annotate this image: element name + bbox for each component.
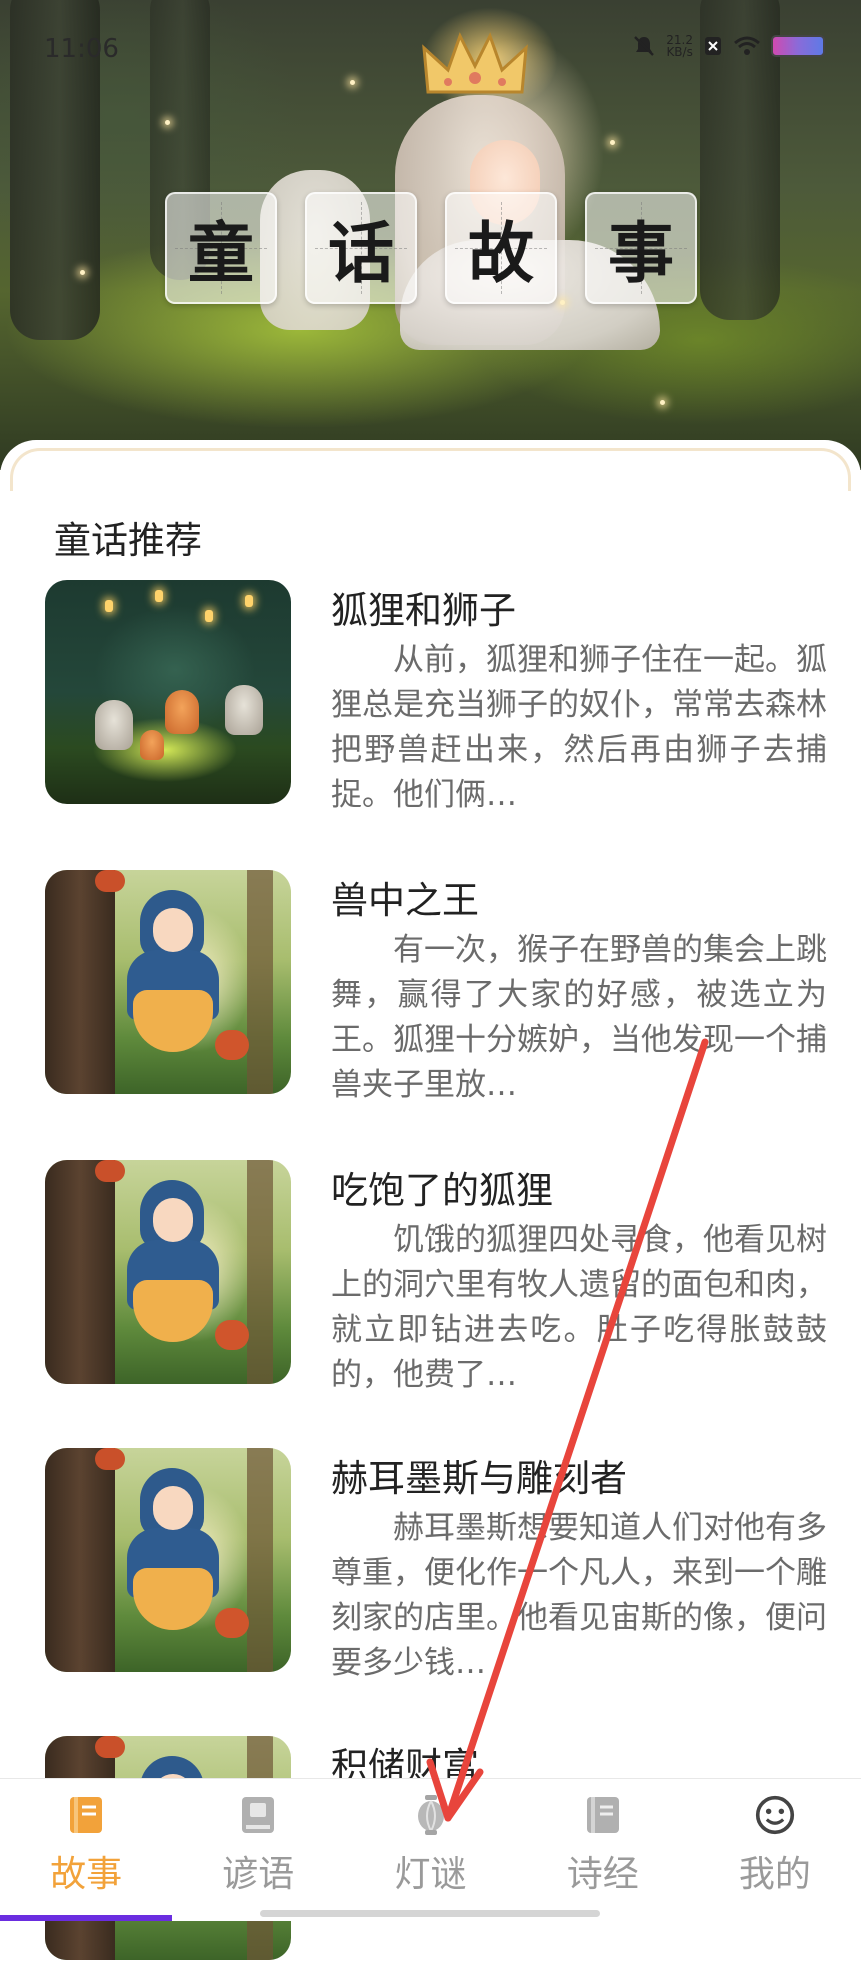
- title-char: 事: [608, 214, 674, 292]
- sparkle: [80, 270, 85, 275]
- story-thumbnail[interactable]: [45, 1448, 291, 1672]
- battery-icon: [771, 35, 825, 57]
- mute-bell-icon: [634, 36, 655, 56]
- story-title[interactable]: 狐狸和狮子: [331, 580, 516, 634]
- lantern: [105, 600, 113, 612]
- wifi-icon: [734, 36, 760, 55]
- tree: [247, 870, 273, 1094]
- tab-poetry[interactable]: 诗经: [517, 1779, 689, 1921]
- title-char-tile: 事: [585, 192, 697, 304]
- sparkle: [610, 140, 615, 145]
- story-summary: 从前，狐狸和狮子住在一起。狐狸总是充当狮子的奴仆，常常去森林把野兽赶出来，然后再…: [331, 642, 827, 813]
- title-char-tile: 童: [165, 192, 277, 304]
- sparkle: [165, 120, 170, 125]
- tree: [45, 1160, 115, 1384]
- title-char-tile: 话: [305, 192, 417, 304]
- fox: [95, 870, 125, 892]
- story-title[interactable]: 兽中之王: [331, 870, 479, 924]
- wolf: [225, 685, 263, 735]
- tab-stories[interactable]: 故事: [0, 1779, 172, 1921]
- story-list-item[interactable]: 吃饱了的狐狸 饥饿的狐狸四处寻食，他看见树上的洞穴里有牧人遗留的面包和肉，就立即…: [45, 1160, 827, 1393]
- tab-label: 故事: [50, 1854, 123, 1895]
- content-card: 童话推荐 狐狸和狮子 从前，狐狸和狮子住在一起。狐狸总是充当狮子的奴仆，常常去森…: [0, 440, 861, 1960]
- title-char: 话: [328, 214, 394, 292]
- lantern: [205, 610, 213, 622]
- girl-skirt: [133, 1280, 213, 1342]
- section-title: 童话推荐: [54, 519, 202, 562]
- status-time: 11:06: [44, 34, 119, 64]
- page-title: 童 话 故 事: [165, 192, 697, 304]
- lantern-icon: [411, 1793, 451, 1837]
- sim-icon: [705, 37, 721, 55]
- fox: [95, 1448, 125, 1470]
- tab-label: 诗经: [566, 1854, 639, 1895]
- tree: [45, 870, 115, 1094]
- fox: [215, 1030, 249, 1060]
- story-summary: 赫耳墨斯想要知道人们对他有多尊重，便化作一个凡人，来到一个雕刻家的店里。他看见宙…: [331, 1510, 827, 1681]
- fox: [215, 1320, 249, 1350]
- story-list-item[interactable]: 兽中之王 有一次，猴子在野兽的集会上跳舞，赢得了大家的好感，被选立为王。狐狸十分…: [45, 870, 827, 1103]
- story-thumbnail[interactable]: [45, 580, 291, 804]
- fox: [215, 1608, 249, 1638]
- tab-mine[interactable]: 我的: [689, 1779, 861, 1921]
- status-icons: 21.2 KB/s: [632, 34, 825, 58]
- girl-face: [153, 1198, 193, 1242]
- story-list-item[interactable]: 赫耳墨斯与雕刻者 赫耳墨斯想要知道人们对他有多尊重，便化作一个凡人，来到一个雕刻…: [45, 1448, 827, 1681]
- tab-label: 灯谜: [394, 1854, 467, 1895]
- title-char: 童: [188, 214, 254, 292]
- story-summary: 饥饿的狐狸四处寻食，他看见树上的洞穴里有牧人遗留的面包和肉，就立即钻进去吃。肚子…: [331, 1222, 827, 1393]
- tab-proverbs[interactable]: 谚语: [172, 1779, 344, 1921]
- girl-skirt: [133, 990, 213, 1052]
- fox: [95, 1160, 125, 1182]
- crown-icon: [422, 32, 528, 94]
- title-char-tile: 故: [445, 192, 557, 304]
- sparkle: [350, 80, 355, 85]
- card-decorative-border: [10, 448, 851, 491]
- active-tab-indicator: [0, 1915, 172, 1921]
- home-indicator[interactable]: [260, 1910, 600, 1917]
- bottom-navigation: 故事 谚语 灯谜 诗经 我的: [0, 1778, 861, 1921]
- story-title[interactable]: 赫耳墨斯与雕刻者: [331, 1448, 627, 1502]
- story-title[interactable]: 吃饱了的狐狸: [331, 1160, 553, 1214]
- story-summary: 有一次，猴子在野兽的集会上跳舞，赢得了大家的好感，被选立为王。狐狸十分嫉妒，当他…: [331, 932, 827, 1103]
- sparkle: [660, 400, 665, 405]
- fox: [165, 690, 199, 734]
- title-char: 故: [468, 214, 534, 292]
- tab-label: 谚语: [222, 1854, 295, 1895]
- tab-label: 我的: [738, 1854, 811, 1895]
- fox: [140, 730, 164, 760]
- story-list-item[interactable]: 狐狸和狮子 从前，狐狸和狮子住在一起。狐狸总是充当狮子的奴仆，常常去森林把野兽赶…: [45, 580, 827, 813]
- tree: [45, 1448, 115, 1672]
- network-speed: 21.2 KB/s: [666, 34, 693, 58]
- story-thumbnail[interactable]: [45, 870, 291, 1094]
- wolf: [95, 700, 133, 750]
- girl-face: [153, 908, 193, 952]
- girl-face: [153, 1486, 193, 1530]
- proverb-book-icon: [238, 1793, 278, 1837]
- hero-banner: 11:06 21.2 KB/s 童 话 故 事: [0, 0, 861, 470]
- lantern: [245, 595, 253, 607]
- fox: [95, 1736, 125, 1758]
- smiley-icon: [755, 1793, 795, 1837]
- lantern: [155, 590, 163, 602]
- girl-skirt: [133, 1568, 213, 1630]
- tree: [247, 1160, 273, 1384]
- network-speed-unit: KB/s: [666, 45, 693, 59]
- tree: [247, 1448, 273, 1672]
- tab-riddles[interactable]: 灯谜: [344, 1779, 516, 1921]
- poetry-book-icon: [583, 1793, 623, 1837]
- book-icon: [66, 1793, 106, 1837]
- story-thumbnail[interactable]: [45, 1160, 291, 1384]
